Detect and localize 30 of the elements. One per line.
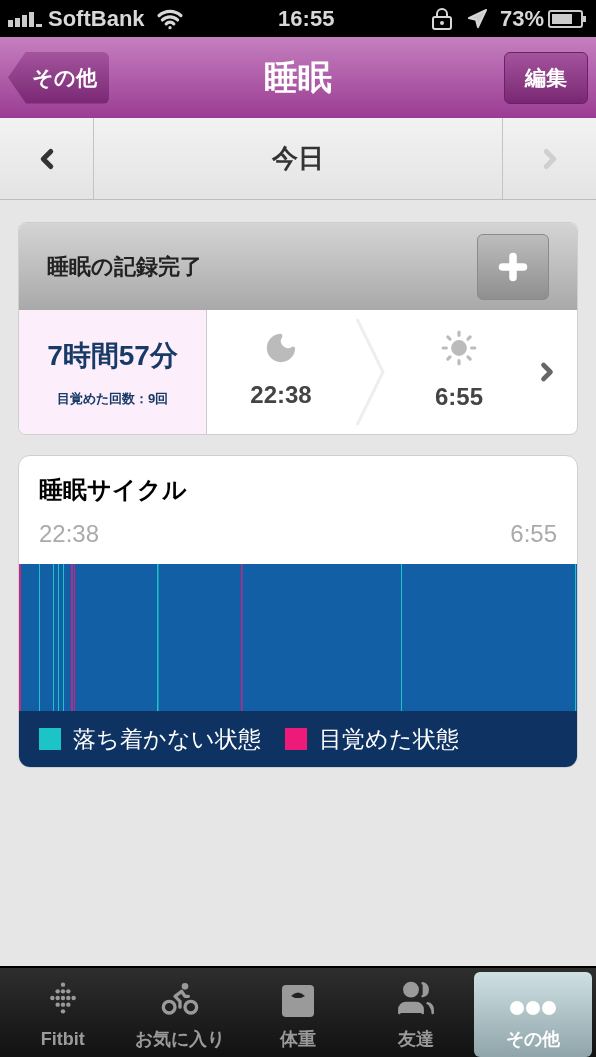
tab-item[interactable]: Fitbit bbox=[4, 968, 122, 1057]
moon-icon bbox=[264, 331, 298, 365]
tab-item[interactable]: 体重 bbox=[239, 968, 357, 1057]
sun-icon bbox=[440, 329, 478, 367]
end-time: 6:55 bbox=[510, 519, 557, 549]
scale-icon bbox=[281, 984, 315, 1018]
record-status: 睡眠の記録完了 bbox=[47, 253, 202, 281]
status-time: 16:55 bbox=[278, 5, 335, 33]
card-title: 睡眠サイクル bbox=[39, 475, 188, 505]
battery-percent: 73% bbox=[499, 5, 544, 33]
rotation-lock-icon bbox=[429, 6, 454, 31]
wake-time: 6:55 bbox=[434, 382, 483, 412]
start-time: 22:38 bbox=[39, 519, 100, 549]
carrier-name: SoftBank bbox=[48, 5, 145, 33]
sleep-duration: 7時間57分 bbox=[47, 339, 178, 374]
add-button[interactable] bbox=[477, 233, 549, 300]
edit-button[interactable]: 編集 bbox=[504, 51, 588, 104]
bedtime: 22:38 bbox=[250, 380, 312, 410]
signal-icon bbox=[8, 10, 44, 27]
date-label: 今日 bbox=[271, 142, 325, 175]
more-dots-icon bbox=[509, 998, 558, 1018]
legend-label: 目覚めた状態 bbox=[319, 724, 459, 754]
screen-title: 睡眠 bbox=[264, 57, 332, 98]
battery-icon bbox=[548, 8, 588, 29]
awakening-count: 目覚めた回数：9回 bbox=[56, 390, 169, 409]
tab-item[interactable]: 友達 bbox=[356, 968, 475, 1057]
legend-label: 落ち着かない状態 bbox=[73, 724, 261, 754]
tab-item[interactable]: お気に入り bbox=[121, 968, 240, 1057]
location-arrow-icon bbox=[465, 7, 488, 30]
back-button[interactable]: その他 bbox=[8, 51, 109, 104]
